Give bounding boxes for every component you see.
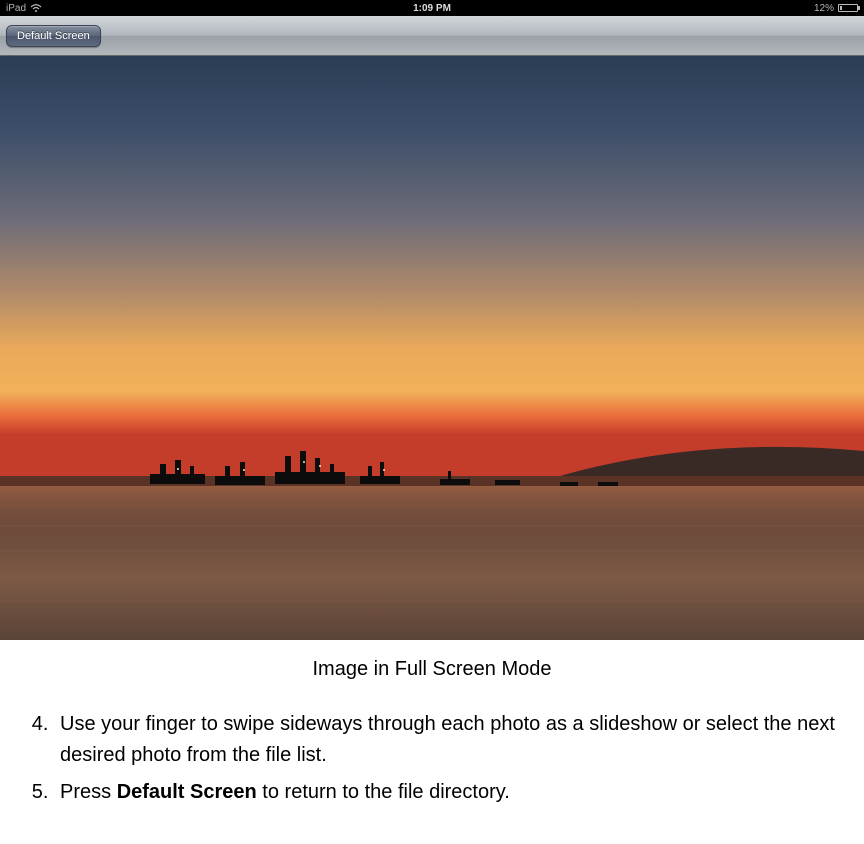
document-content: Image in Full Screen Mode Use your finge… bbox=[0, 640, 864, 824]
step5-prefix: Press bbox=[60, 781, 117, 803]
status-bar: iPad 1:09 PM 12% bbox=[0, 0, 864, 16]
status-time: 1:09 PM bbox=[413, 3, 451, 14]
battery-icon bbox=[838, 4, 858, 12]
step5-bold: Default Screen bbox=[117, 781, 257, 803]
instruction-step-4: Use your finger to swipe sideways throug… bbox=[54, 709, 852, 771]
step5-suffix: to return to the file directory. bbox=[257, 781, 510, 803]
status-left: iPad bbox=[6, 3, 42, 14]
instruction-step-5: Press Default Screen to return to the fi… bbox=[54, 777, 852, 808]
sunset-photo bbox=[0, 56, 864, 640]
instruction-list: Use your finger to swipe sideways throug… bbox=[12, 709, 852, 808]
battery-percent: 12% bbox=[814, 3, 834, 14]
toolbar: Default Screen bbox=[0, 16, 864, 56]
step4-text: Use your finger to swipe sideways throug… bbox=[60, 713, 835, 766]
device-label: iPad bbox=[6, 3, 26, 14]
default-screen-button[interactable]: Default Screen bbox=[6, 25, 101, 47]
ipad-screenshot: iPad 1:09 PM 12% Default Screen bbox=[0, 0, 864, 640]
image-caption: Image in Full Screen Mode bbox=[12, 658, 852, 681]
photo-viewport[interactable] bbox=[0, 56, 864, 640]
status-right: 12% bbox=[814, 3, 858, 14]
wifi-icon bbox=[30, 4, 42, 13]
